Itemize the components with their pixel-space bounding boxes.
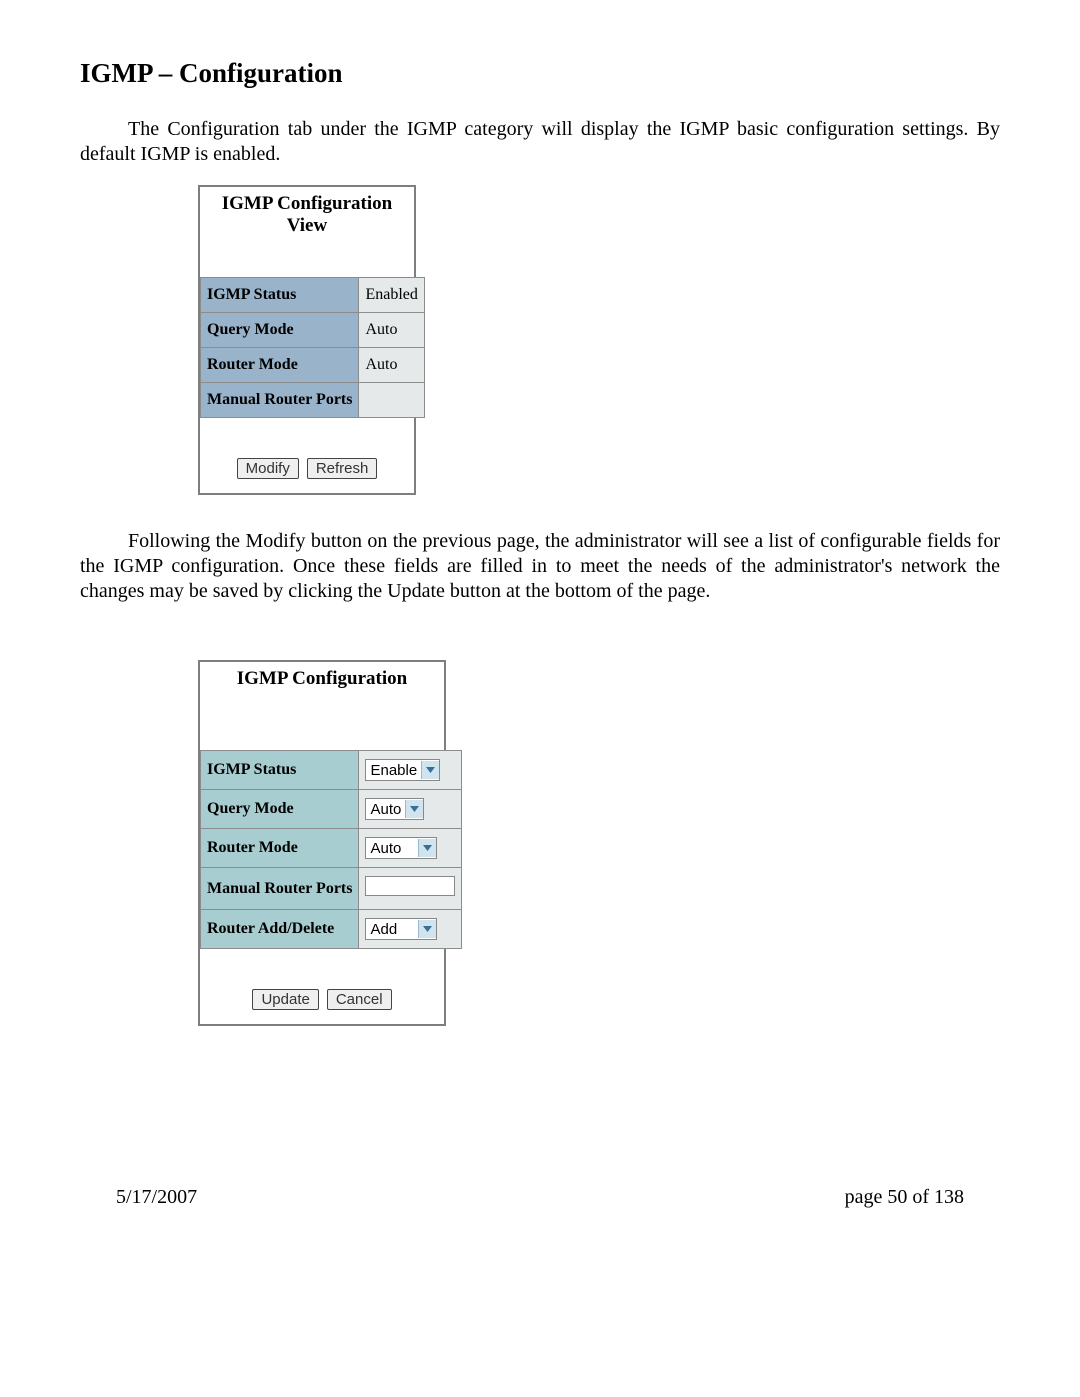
igmp-status-select[interactable]: Enable	[365, 759, 440, 781]
chevron-down-icon	[418, 839, 436, 857]
intro-paragraph-2: Following the Modify button on the previ…	[80, 529, 1000, 604]
section-heading: IGMP – Configuration	[80, 58, 1000, 89]
chevron-down-icon	[421, 761, 439, 779]
chevron-down-icon	[405, 800, 423, 818]
router-add-delete-select[interactable]: Add	[365, 918, 437, 940]
view-row-label: Router Mode	[201, 348, 359, 383]
select-value: Enable	[366, 762, 421, 779]
view-row-label: IGMP Status	[201, 278, 359, 313]
view-row-value: Enabled	[359, 278, 424, 313]
select-value: Auto	[366, 801, 405, 818]
update-button[interactable]: Update	[252, 989, 318, 1010]
edit-row-label: IGMP Status	[201, 751, 359, 790]
edit-row-label: Router Mode	[201, 829, 359, 868]
igmp-config-view-panel: IGMP Configuration View IGMP Status Enab…	[198, 185, 416, 495]
panel-view-title: IGMP Configuration View	[200, 187, 414, 241]
router-mode-select[interactable]: Auto	[365, 837, 437, 859]
edit-row-label: Query Mode	[201, 790, 359, 829]
igmp-config-edit-panel: IGMP Configuration IGMP Status Enable	[198, 660, 446, 1026]
query-mode-select[interactable]: Auto	[365, 798, 424, 820]
manual-router-ports-input[interactable]	[365, 876, 455, 896]
chevron-down-icon	[418, 920, 436, 938]
footer-page: page 50 of 138	[845, 1186, 964, 1209]
view-row-value: Auto	[359, 348, 424, 383]
edit-row-label: Router Add/Delete	[201, 910, 359, 949]
edit-row-label: Manual Router Ports	[201, 868, 359, 910]
cancel-button[interactable]: Cancel	[327, 989, 392, 1010]
modify-button[interactable]: Modify	[237, 458, 299, 479]
view-row-value: Auto	[359, 313, 424, 348]
view-row-label: Query Mode	[201, 313, 359, 348]
footer-date: 5/17/2007	[116, 1186, 197, 1209]
view-row-label: Manual Router Ports	[201, 383, 359, 418]
panel-edit-title: IGMP Configuration	[200, 662, 444, 694]
select-value: Add	[366, 921, 401, 938]
select-value: Auto	[366, 840, 405, 857]
refresh-button[interactable]: Refresh	[307, 458, 378, 479]
view-row-value	[359, 383, 424, 418]
intro-paragraph-1: The Configuration tab under the IGMP cat…	[80, 117, 1000, 167]
